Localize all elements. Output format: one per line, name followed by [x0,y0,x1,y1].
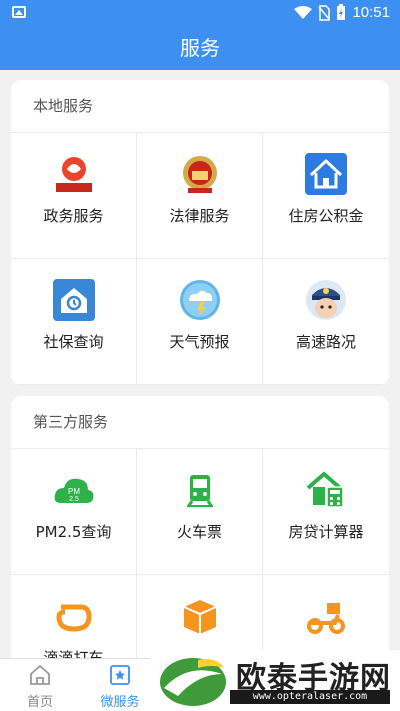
page-title: 服务 [180,36,220,60]
service-label: 高速路况 [295,333,356,351]
page-header: 服务 [0,26,400,70]
service-item-weather[interactable]: 天气预报 [137,259,263,385]
delivery-scooter-icon [307,603,345,634]
home-icon [30,664,50,685]
house-icon [305,153,347,195]
svg-text:2.5: 2.5 [69,496,79,503]
local-services-card: 本地服务 政务服务 法律服务 住房公积金 社保查询 天气预报 高速路况 [11,80,389,385]
service-item-highway[interactable]: 高速路况 [263,259,389,385]
section-title: 本地服务 [11,80,389,133]
tab-label: 首页 [26,695,53,710]
service-item-didi[interactable]: 滴滴打车 [11,575,137,666]
service-item-pm25[interactable]: PM 2.5 PM2.5查询 [11,449,137,575]
section-title: 第三方服务 [11,396,389,449]
service-label: 房贷计算器 [288,523,364,541]
tab-home[interactable]: 首页 [0,659,80,711]
service-item-mortgage-calculator[interactable]: 房贷计算器 [263,449,389,575]
service-label: 天气预报 [169,333,230,351]
social-security-icon [53,279,95,321]
service-label: 政务服务 [43,207,104,225]
government-emblem-icon [54,155,94,193]
status-bar: 10:51 [0,0,400,26]
court-emblem-icon [183,156,217,193]
battery-charging-icon [337,4,346,20]
weather-icon [180,280,220,320]
tab-micro-services[interactable]: 微服务 [80,659,160,711]
clock: 10:51 [352,4,390,21]
train-icon [186,475,214,508]
police-officer-icon [306,280,346,320]
bookmark-star-icon [110,665,130,685]
service-label: 住房公积金 [288,207,364,225]
pm25-cloud-icon: PM 2.5 [54,478,94,503]
service-label: 火车票 [176,523,222,541]
service-label: 社保查询 [43,333,104,351]
didi-icon [56,604,92,632]
third-party-services-card: 第三方服务 PM 2.5 PM2.5查询 火车票 房贷计算器 [11,396,389,666]
wifi-icon [294,5,313,19]
service-item-social-security[interactable]: 社保查询 [11,259,137,385]
watermark-url: www.opteralaser.com [230,690,390,704]
site-watermark: 欧泰手游网 www.opteralaser.com [150,650,400,711]
service-item-train[interactable]: 火车票 [137,449,263,575]
package-box-icon [183,600,217,634]
watermark-logo-icon [160,658,226,706]
house-calculator-icon [306,471,344,508]
service-label: PM2.5查询 [35,523,112,541]
service-item-housing-fund[interactable]: 住房公积金 [263,133,389,259]
service-item-government[interactable]: 政务服务 [11,133,137,259]
service-label: 法律服务 [169,207,230,225]
tab-label: 微服务 [100,695,140,710]
no-sim-icon [318,4,331,21]
svg-text:PM: PM [68,487,80,496]
service-item-legal[interactable]: 法律服务 [137,133,263,259]
image-notification-icon [12,6,26,18]
